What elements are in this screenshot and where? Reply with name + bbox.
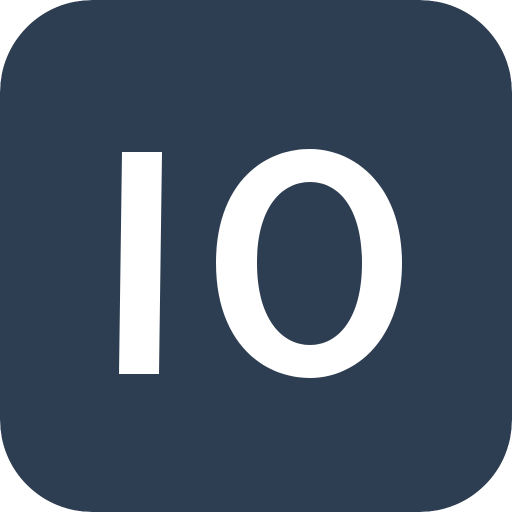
letter-i-glyph (119, 152, 162, 374)
io-app-icon-graphic: IO (0, 0, 512, 512)
io-app-icon: IO (0, 0, 512, 512)
